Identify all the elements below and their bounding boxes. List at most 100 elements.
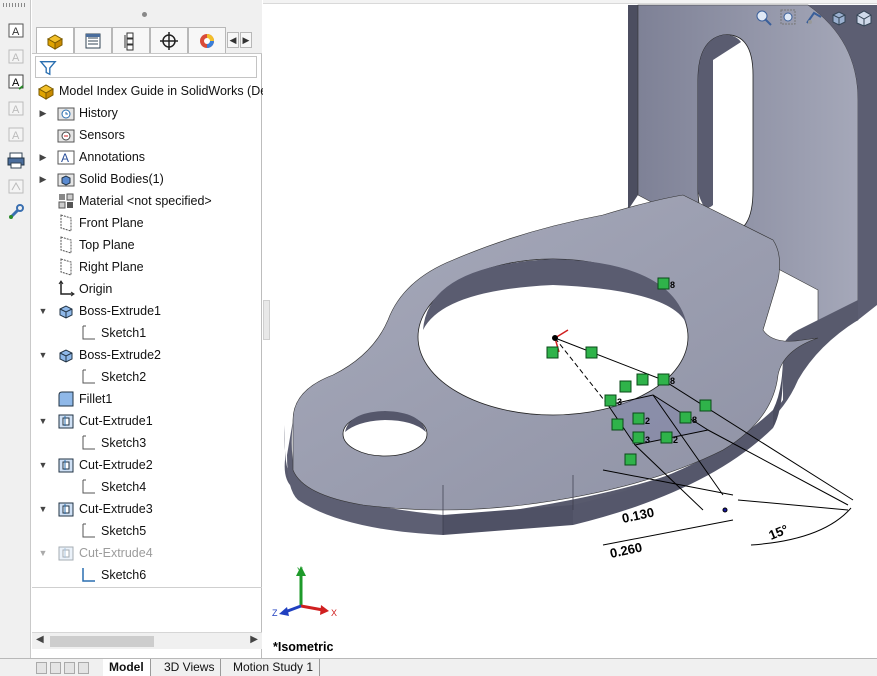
expand-arrow-icon[interactable]: ▶ xyxy=(38,103,48,123)
tree-item-label: Cut-Extrude2 xyxy=(79,458,153,472)
collapse-arrow-icon[interactable]: ▼ xyxy=(38,499,48,519)
tree-item-label: Sketch1 xyxy=(101,326,147,340)
expand-arrow-icon[interactable]: ▶ xyxy=(38,147,48,167)
tree-item-fillet1[interactable]: Fillet1 xyxy=(56,389,112,409)
datum-button[interactable]: A xyxy=(6,124,26,144)
scroll-right-arrow-icon[interactable]: ▶ xyxy=(250,634,258,645)
tree-item-sketch2[interactable]: Sketch2 xyxy=(78,367,146,387)
tab-configuration-manager[interactable] xyxy=(112,27,150,53)
previous-view-icon xyxy=(806,11,822,24)
tree-item-label: Sketch3 xyxy=(101,436,147,450)
tree-item-boss-extrude1[interactable]: Boss-Extrude1 xyxy=(56,301,161,321)
previous-view-button[interactable] xyxy=(805,9,823,27)
svg-text:A: A xyxy=(12,52,20,64)
zoom-to-fit-button[interactable] xyxy=(755,9,773,27)
panel-grip[interactable] xyxy=(142,12,147,17)
tree-item-label: Sensors xyxy=(79,128,125,142)
tab-model[interactable]: Model xyxy=(103,659,151,676)
tree-item-sketch3[interactable]: Sketch3 xyxy=(78,433,146,453)
surface-finish-button[interactable] xyxy=(6,176,26,196)
dimxpert-icon xyxy=(160,31,178,50)
tab-property-manager[interactable] xyxy=(74,27,112,53)
previous-tab-button[interactable] xyxy=(50,662,61,674)
scroll-left-arrow-icon[interactable]: ◀ xyxy=(36,634,44,645)
model-render[interactable]: 8 8 3 2 3 2 8 0.130 0.260 15° xyxy=(263,0,877,658)
tree-item-origin[interactable]: Origin xyxy=(56,279,112,299)
print-button[interactable] xyxy=(6,150,26,170)
tab-display-manager[interactable] xyxy=(188,27,226,53)
expand-arrow-icon[interactable]: ▶ xyxy=(38,169,48,189)
svg-text:A: A xyxy=(12,130,20,142)
tree-item-cut-extrude1[interactable]: Cut-Extrude1 xyxy=(56,411,153,431)
toolbar-grip[interactable] xyxy=(3,3,27,7)
cut-extrude-icon xyxy=(56,411,76,431)
tree-item-right-plane[interactable]: Right Plane xyxy=(56,257,144,277)
note-button[interactable]: A xyxy=(6,72,26,92)
smart-dimension-button[interactable]: A xyxy=(6,20,26,40)
scrollbar-thumb[interactable] xyxy=(50,636,154,647)
tree-item-label: Front Plane xyxy=(79,216,144,230)
collapse-arrow-icon[interactable]: ▼ xyxy=(38,411,48,431)
note-icon: A xyxy=(8,74,24,90)
feature-manager-panel: ◀ ▶ Model Index Guide in SolidWorks (Def… xyxy=(32,0,271,658)
cut-extrude-icon xyxy=(56,543,76,563)
tree-item-cut-extrude2[interactable]: Cut-Extrude2 xyxy=(56,455,153,475)
collapse-arrow-icon[interactable]: ▼ xyxy=(38,543,48,563)
tree-item-sketch6[interactable]: Sketch6 xyxy=(78,565,146,585)
manager-tabs: ◀ ▶ xyxy=(32,26,262,54)
tree-root-part[interactable]: Model Index Guide in SolidWorks (Def xyxy=(36,81,271,101)
next-tab-button[interactable] xyxy=(64,662,75,674)
tree-item-sketch4[interactable]: Sketch4 xyxy=(78,477,146,497)
first-tab-button[interactable] xyxy=(36,662,47,674)
bottom-tab-bar: Model 3D Views Motion Study 1 xyxy=(0,658,877,676)
graphics-area[interactable]: 8 8 3 2 3 2 8 0.130 0.260 15° Y X Z *Iso… xyxy=(263,0,877,658)
tree-item-sensors[interactable]: Sensors xyxy=(56,125,125,145)
annotation-button[interactable]: A xyxy=(6,46,26,66)
configuration-manager-icon xyxy=(124,32,134,50)
tree-item-solid-bodies-1[interactable]: Solid Bodies(1) xyxy=(56,169,164,189)
relation-label: 8 xyxy=(692,415,697,425)
tree-item-sketch5[interactable]: Sketch5 xyxy=(78,521,146,541)
tree-filter-field[interactable] xyxy=(35,56,257,78)
tree-item-boss-extrude2[interactable]: Boss-Extrude2 xyxy=(56,345,161,365)
tree-item-top-plane[interactable]: Top Plane xyxy=(56,235,135,255)
tree-item-label: Boss-Extrude1 xyxy=(79,304,161,318)
tree-item-sketch1[interactable]: Sketch1 xyxy=(78,323,146,343)
tree-item-label: Sketch2 xyxy=(101,370,147,384)
tree-divider xyxy=(32,587,262,588)
view-orientation-button[interactable] xyxy=(855,9,873,27)
annotations-icon: A xyxy=(56,147,76,167)
feature-manager-icon xyxy=(46,33,64,50)
tools-button[interactable] xyxy=(6,202,26,222)
zoom-to-area-button[interactable] xyxy=(780,9,798,27)
tree-item-label: Material <not specified> xyxy=(79,194,212,208)
section-view-button[interactable] xyxy=(830,9,848,27)
tab-dimxpert-manager[interactable] xyxy=(150,27,188,53)
tree-horizontal-scrollbar[interactable]: ◀ ▶ xyxy=(32,632,262,649)
relation-label: 3 xyxy=(645,435,650,445)
collapse-arrow-icon[interactable]: ▼ xyxy=(38,345,48,365)
relation-label: 2 xyxy=(645,416,650,426)
tab-3d-views[interactable]: 3D Views xyxy=(158,659,222,676)
tree-item-front-plane[interactable]: Front Plane xyxy=(56,213,144,233)
boss-extrude-icon xyxy=(56,301,76,321)
tree-item-cut-extrude4[interactable]: Cut-Extrude4 xyxy=(56,543,153,563)
view-orientation-label: *Isometric xyxy=(273,640,334,654)
tree-item-label: Top Plane xyxy=(79,238,135,252)
tree-item-history[interactable]: History xyxy=(56,103,118,123)
plane-icon xyxy=(56,235,76,255)
tree-item-annotations[interactable]: A Annotations xyxy=(56,147,145,167)
collapse-arrow-icon[interactable]: ▼ xyxy=(38,301,48,321)
tab-feature-manager[interactable] xyxy=(36,27,74,53)
tab-motion-study-1[interactable]: Motion Study 1 xyxy=(227,659,321,676)
tabs-scroll-left-button[interactable]: ◀ xyxy=(227,32,239,48)
balloon-button[interactable]: A xyxy=(6,98,26,118)
sketch-icon xyxy=(78,477,98,497)
tabs-scroll-right-button[interactable]: ▶ xyxy=(240,32,252,48)
tree-item-material-not-specified[interactable]: Material <not specified> xyxy=(56,191,212,211)
collapse-arrow-icon[interactable]: ▼ xyxy=(38,455,48,475)
dimension-angle-15[interactable]: 15° xyxy=(767,522,791,543)
sketch-icon xyxy=(78,521,98,541)
tree-item-cut-extrude3[interactable]: Cut-Extrude3 xyxy=(56,499,153,519)
last-tab-button[interactable] xyxy=(78,662,89,674)
